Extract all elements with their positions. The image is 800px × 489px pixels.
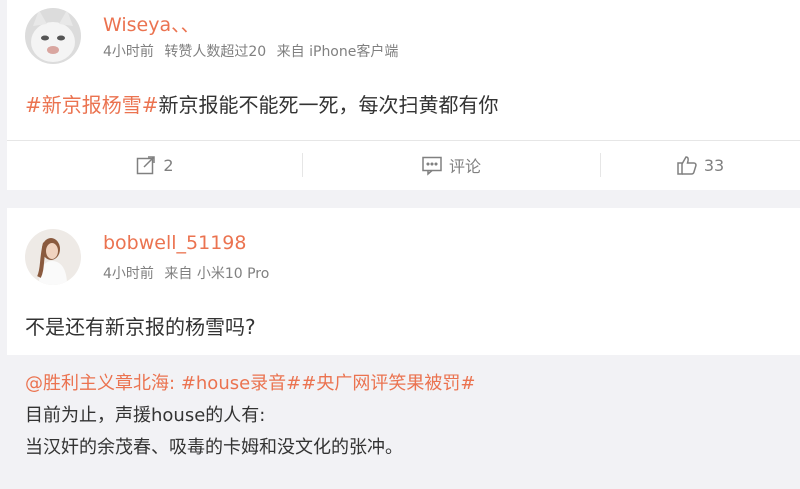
- post-card-2: bobwell_51198 4小时前 来自 小米10 Pro 不是还有新京报的杨…: [7, 208, 800, 489]
- like-button[interactable]: 33: [600, 140, 800, 190]
- post-source: 来自 小米10 Pro: [164, 266, 270, 282]
- avatar[interactable]: [25, 229, 81, 285]
- quoted-post[interactable]: @胜利主义章北海: #house录音##央广网评笑果被罚# 目前为止，声援hou…: [7, 355, 800, 489]
- repost-button[interactable]: 2: [7, 140, 302, 190]
- post-card-1: Wiseya、、 4小时前 转赞人数超过20 来自 iPhone客户端 #新京报…: [7, 0, 800, 190]
- quote-header: @胜利主义章北海: #house录音##央广网评笑果被罚#: [25, 369, 475, 395]
- quote-hashtags[interactable]: #house录音##央广网评笑果被罚#: [181, 373, 476, 394]
- reposts-note: 转赞人数超过20: [164, 44, 267, 60]
- quote-text-line: 当汉奸的余茂春、吸毒的卡姆和没文化的张冲。: [25, 437, 403, 458]
- hashtag-link[interactable]: #新京报杨雪#: [25, 93, 159, 117]
- post-source: 来自 iPhone客户端: [276, 44, 399, 60]
- repost-icon: [137, 156, 156, 175]
- username[interactable]: bobwell_51198: [103, 232, 246, 254]
- username[interactable]: Wiseya、、: [103, 10, 200, 37]
- like-icon: [677, 156, 697, 175]
- post-time[interactable]: 4小时前: [103, 44, 154, 60]
- like-count: 33: [703, 155, 725, 175]
- quote-colon: :: [169, 373, 176, 394]
- comment-button[interactable]: 评论: [302, 140, 600, 190]
- post-meta: 4小时前 转赞人数超过20 来自 iPhone客户端: [103, 41, 404, 61]
- post-content: #新京报杨雪#新京报能不能死一死，每次扫黄都有你: [25, 89, 499, 118]
- avatar[interactable]: [25, 8, 81, 64]
- post-text: 新京报能不能死一死，每次扫黄都有你: [158, 93, 499, 117]
- quote-author[interactable]: @胜利主义章北海: [25, 373, 169, 394]
- post-time[interactable]: 4小时前: [103, 266, 154, 282]
- post-meta: 4小时前 来自 小米10 Pro: [103, 263, 275, 283]
- quote-text-line: 目前为止，声援house的人有:: [25, 405, 266, 426]
- comment-icon: [422, 156, 442, 176]
- repost-count: 2: [163, 155, 174, 175]
- post-content: 不是还有新京报的杨雪吗?: [25, 315, 256, 339]
- comment-label: 评论: [448, 157, 481, 176]
